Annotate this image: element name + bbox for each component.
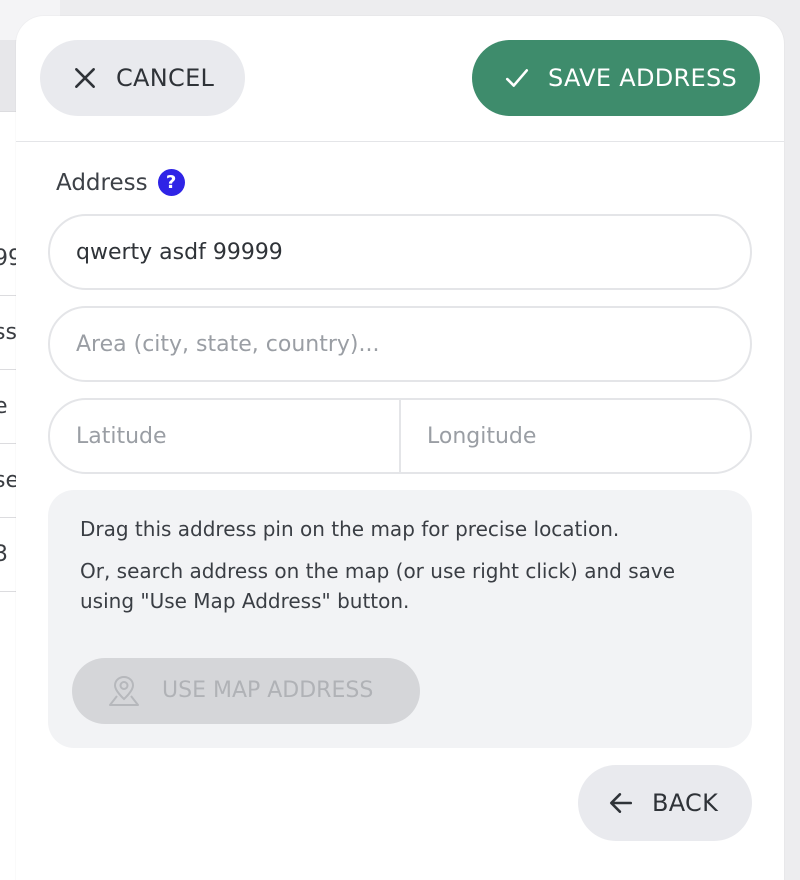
close-icon (75, 68, 95, 88)
longitude-input[interactable] (401, 400, 750, 472)
address-label: Address (56, 169, 148, 196)
cancel-button[interactable]: CANCEL (40, 40, 245, 116)
back-label: BACK (652, 789, 719, 817)
use-map-address-label: USE MAP ADDRESS (162, 678, 374, 703)
background-row-text: ss (0, 320, 17, 345)
background-row-text: 3 (0, 542, 8, 567)
save-label: SAVE ADDRESS (548, 64, 738, 92)
arrow-left-icon (609, 793, 633, 813)
info-search-text: Or, search address on the map (or use ri… (80, 559, 676, 613)
back-button[interactable]: BACK (578, 765, 752, 841)
address-edit-panel: CANCEL SAVE ADDRESS Address ? Drag this … (16, 16, 784, 880)
check-icon (505, 69, 529, 87)
address-input[interactable] (48, 214, 752, 290)
save-address-button[interactable]: SAVE ADDRESS (472, 40, 760, 116)
area-input[interactable] (48, 306, 752, 382)
panel-toolbar: CANCEL SAVE ADDRESS (16, 16, 784, 142)
cancel-label: CANCEL (116, 64, 215, 92)
map-pin-icon (109, 675, 139, 706)
use-map-address-button[interactable]: USE MAP ADDRESS (72, 658, 420, 724)
address-label-row: Address ? (56, 169, 185, 196)
latitude-input[interactable] (50, 400, 399, 472)
info-drag-text: Drag this address pin on the map for pre… (80, 517, 620, 541)
background-row-text: e (0, 394, 8, 419)
help-icon[interactable]: ? (157, 169, 185, 196)
map-info-box: Drag this address pin on the map for pre… (48, 490, 752, 748)
coordinates-group (48, 398, 752, 474)
